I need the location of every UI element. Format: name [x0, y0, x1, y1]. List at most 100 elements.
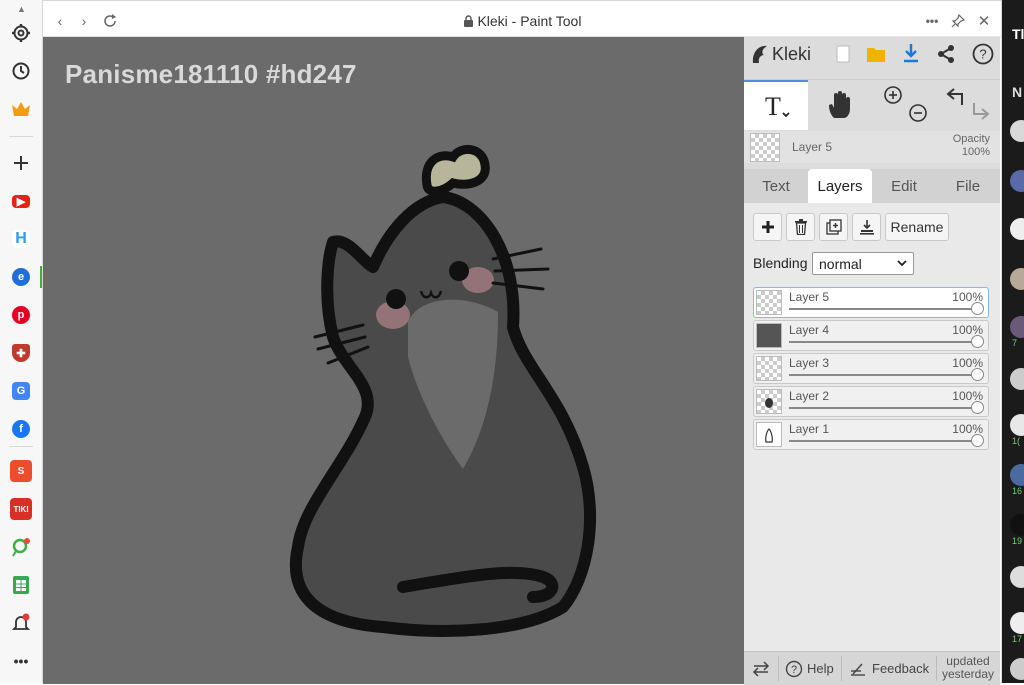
- hand-icon: [829, 91, 850, 118]
- h-app-icon[interactable]: H: [8, 226, 34, 252]
- duplicate-icon: [825, 219, 842, 235]
- lock-icon: [463, 13, 478, 29]
- layer-opacity-slider[interactable]: [971, 302, 984, 315]
- download-icon[interactable]: [902, 43, 920, 68]
- opacity-value: 100%: [961, 146, 990, 158]
- layer-thumbnail: [756, 290, 782, 315]
- merge-down-icon: [859, 220, 874, 235]
- avatar[interactable]: [1010, 218, 1024, 240]
- new-file-icon[interactable]: [836, 45, 850, 68]
- avatar[interactable]: [1010, 566, 1024, 588]
- kleki-logo[interactable]: Kleki: [750, 43, 811, 65]
- layer-opacity-slider[interactable]: [971, 368, 984, 381]
- messenger-icon[interactable]: f: [8, 416, 34, 442]
- kleki-bird-icon: [752, 45, 767, 63]
- layer-name: Layer 5: [789, 290, 830, 304]
- rename-layer-button[interactable]: Rename: [885, 213, 949, 241]
- notifications-icon[interactable]: [8, 610, 34, 636]
- layer-thumbnail: [756, 422, 782, 447]
- help-button[interactable]: ? Help: [785, 652, 834, 685]
- avatar[interactable]: [1010, 268, 1024, 290]
- add-icon[interactable]: [8, 150, 34, 176]
- avatar[interactable]: [1010, 658, 1024, 680]
- layer-row-4[interactable]: Layer 4 100%: [753, 320, 989, 351]
- avatar[interactable]: [1010, 612, 1024, 634]
- text-tool[interactable]: T: [744, 80, 808, 130]
- sheets-icon[interactable]: [8, 572, 34, 598]
- layer-row-5[interactable]: Layer 5 100%: [753, 287, 989, 318]
- hand-tool[interactable]: [808, 80, 872, 130]
- kleki-header: Kleki ?: [744, 37, 1000, 73]
- layer-opacity-slider[interactable]: [971, 434, 984, 447]
- strip-title: Tl: [1012, 26, 1024, 42]
- background-app-strip: Tl N 7 1( 16 19 17: [1002, 0, 1024, 683]
- avatar[interactable]: [1010, 316, 1024, 338]
- lollipop-icon[interactable]: [8, 534, 34, 560]
- layer-row-3[interactable]: Layer 3 100%: [753, 353, 989, 384]
- tab-file[interactable]: File: [936, 169, 1000, 203]
- settings-icon[interactable]: [8, 20, 34, 46]
- zoom-tool[interactable]: [872, 80, 936, 130]
- avatar[interactable]: [1010, 120, 1024, 142]
- layer-thumb-drawing: [765, 398, 773, 408]
- delete-layer-button[interactable]: [786, 213, 815, 241]
- count-badge: 7: [1012, 338, 1018, 348]
- pin-icon[interactable]: [949, 12, 967, 30]
- swap-side-icon[interactable]: [752, 652, 770, 685]
- avatar[interactable]: [1010, 170, 1024, 192]
- chevron-down-icon: [897, 260, 907, 267]
- add-layer-button[interactable]: [753, 213, 782, 241]
- shield-app-icon[interactable]: ✚: [8, 340, 34, 366]
- tab-layers[interactable]: Layers: [808, 169, 872, 203]
- sidebar-collapse-icon[interactable]: ▲: [17, 4, 26, 14]
- layer-opacity-slider[interactable]: [971, 401, 984, 414]
- drawing-canvas[interactable]: Panisme181110 #hd247: [43, 37, 744, 684]
- share-icon[interactable]: [936, 44, 956, 69]
- undo-redo-tool[interactable]: [936, 80, 1000, 130]
- youtube-icon[interactable]: ▶: [8, 188, 34, 214]
- layer-name: Layer 4: [789, 323, 830, 337]
- crown-icon[interactable]: [8, 96, 34, 122]
- divider: [841, 656, 842, 681]
- divider: [936, 656, 937, 681]
- sidebar-divider: [9, 446, 33, 447]
- cat-drawing: [289, 145, 597, 637]
- translate-icon[interactable]: G: [8, 378, 34, 404]
- zoom-in-out-icon: [884, 86, 927, 122]
- layer-row-1[interactable]: Layer 1 100%: [753, 419, 989, 450]
- avatar[interactable]: [1010, 464, 1024, 486]
- avatar[interactable]: [1010, 368, 1024, 390]
- history-icon[interactable]: [8, 58, 34, 84]
- pinterest-icon[interactable]: p: [8, 302, 34, 328]
- layer-name: Layer 2: [789, 389, 830, 403]
- panel-bottom-bar: ? Help Feedback updated yesterday: [744, 651, 1000, 685]
- layer-name: Layer 3: [789, 356, 830, 370]
- duplicate-layer-button[interactable]: [819, 213, 848, 241]
- layer-row-2[interactable]: Layer 2 100%: [753, 386, 989, 417]
- blue-app-icon[interactable]: e: [8, 264, 34, 290]
- help-icon: ?: [785, 660, 803, 677]
- help-circle-icon[interactable]: ?: [972, 43, 994, 70]
- layer-name: Layer 1: [789, 422, 830, 436]
- tool-bar: T: [744, 79, 1000, 130]
- more-icon[interactable]: •••: [8, 648, 34, 674]
- browser-sidebar: ▲ ▶ H e p ✚ G f S TIKI •••: [0, 0, 43, 683]
- close-icon[interactable]: ✕: [975, 12, 993, 30]
- open-folder-icon[interactable]: [866, 45, 886, 68]
- count-badge: 1(: [1012, 436, 1021, 446]
- blending-select[interactable]: normal: [812, 252, 914, 275]
- tiki-icon[interactable]: TIKI: [8, 496, 34, 522]
- more-options-icon[interactable]: •••: [923, 12, 941, 30]
- opacity-label: Opacity: [952, 133, 990, 145]
- avatar[interactable]: [1010, 514, 1024, 536]
- avatar[interactable]: [1010, 414, 1024, 436]
- kleki-popup-window: ‹ › Kleki - Paint Tool ••• ✕ Panisme1811…: [42, 0, 1002, 685]
- merge-down-button[interactable]: [852, 213, 881, 241]
- blending-value: normal: [819, 256, 862, 272]
- layer-opacity-track: [789, 440, 976, 442]
- layer-opacity-slider[interactable]: [971, 335, 984, 348]
- tab-edit[interactable]: Edit: [872, 169, 936, 203]
- tab-text[interactable]: Text: [744, 169, 808, 203]
- feedback-button[interactable]: Feedback: [849, 652, 929, 685]
- shopee-icon[interactable]: S: [8, 458, 34, 484]
